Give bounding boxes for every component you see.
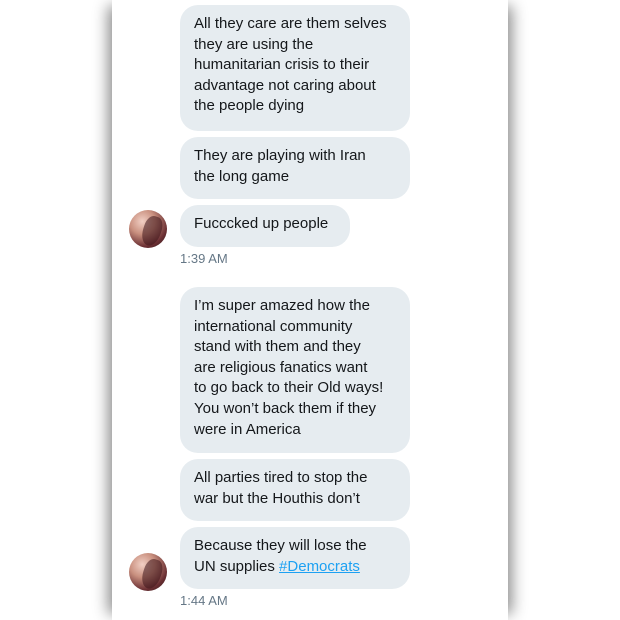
message-bubble: I’m super amazed how the international c… [180,287,410,453]
message-bubble: All parties tired to stop the war but th… [180,459,410,521]
message-bubble: Because they will lose the UN supplies #… [180,527,410,589]
message-bubble: They are playing with Iran the long game [180,137,410,199]
message-bubble: Fucccked up people [180,205,350,247]
message-bubble: All they care are them selves they are u… [180,5,410,131]
message-timestamp: 1:44 AM [180,593,228,608]
sender-avatar[interactable] [129,210,167,248]
hashtag-link[interactable]: #Democrats [279,558,360,575]
sender-avatar[interactable] [129,553,167,591]
message-timestamp: 1:39 AM [180,251,228,266]
